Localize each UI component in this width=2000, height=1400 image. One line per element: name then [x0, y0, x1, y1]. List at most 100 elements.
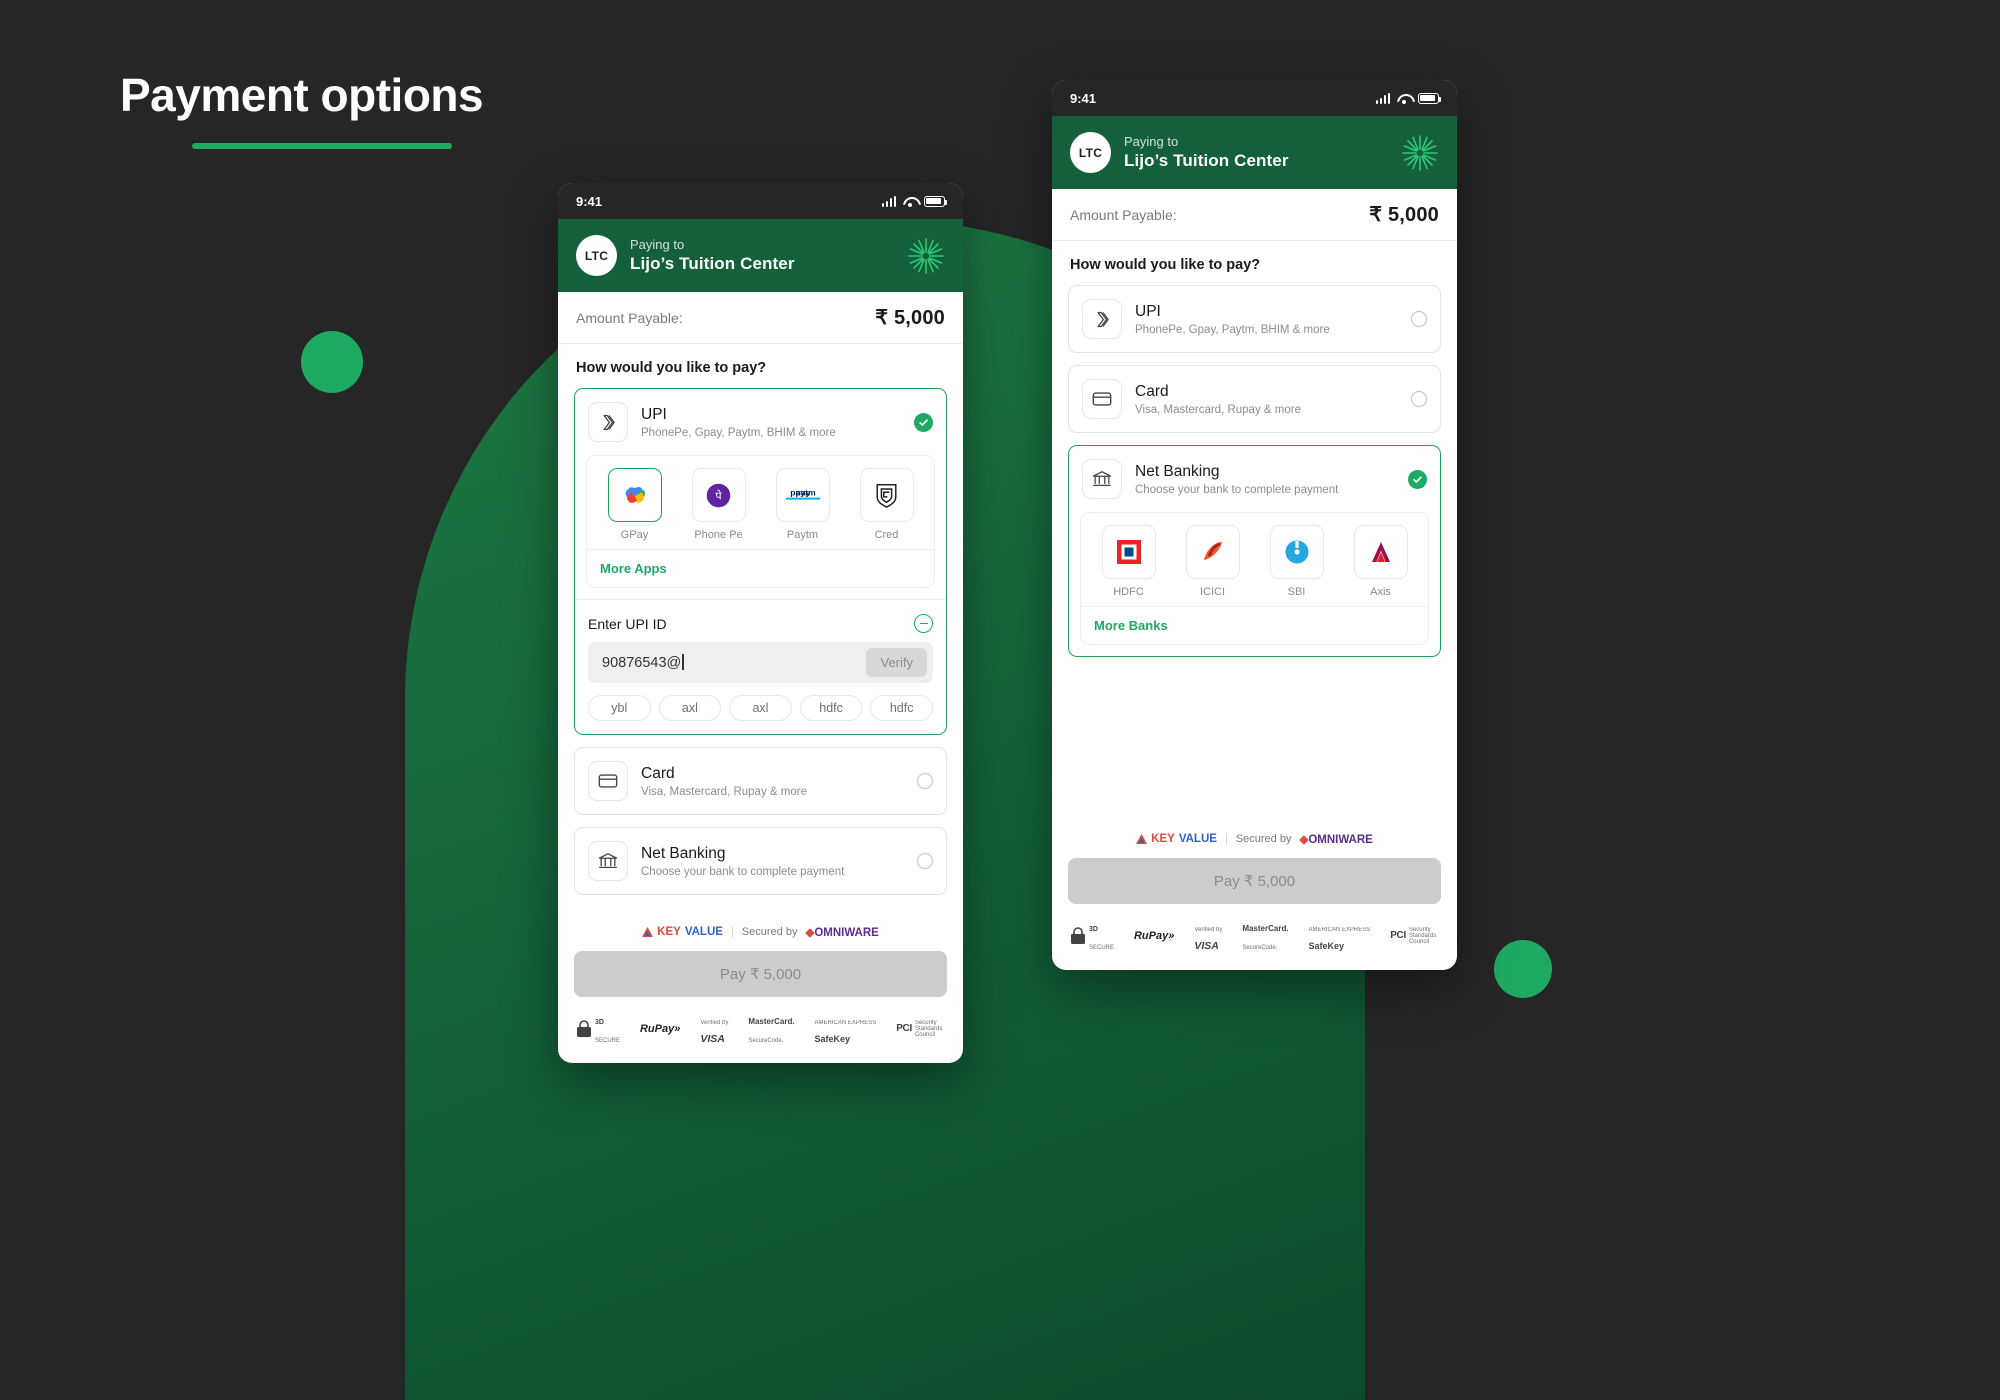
sbi-icon — [1285, 540, 1308, 564]
bank-label: HDFC — [1113, 586, 1144, 598]
option-title: Card — [641, 764, 675, 782]
phonepe-icon: पे — [706, 483, 731, 507]
secured-by-row: KEY VALUE | Secured by ◆OMNIWARE — [1068, 820, 1441, 858]
svg-text:पे: पे — [715, 489, 722, 502]
amount-label: Amount Payable: — [1070, 206, 1177, 223]
suggestion-chip[interactable]: hdfc — [870, 695, 933, 721]
option-subtitle: Visa, Mastercard, Rupay & more — [1135, 403, 1301, 416]
upi-id-input[interactable]: 90876543@ Verify — [588, 642, 933, 683]
bank-icici[interactable]: ICICI — [1175, 525, 1250, 598]
badge-line2: SafeKey — [1308, 941, 1345, 951]
signal-bars-icon — [1375, 92, 1390, 104]
security-badges: 3D SECURE RuPay» Verified by VISA Master… — [1068, 904, 1441, 956]
merchant-header: LTC Paying to Lijo’s Tuition Center — [558, 219, 963, 292]
verify-button[interactable]: Verify — [866, 648, 927, 677]
payment-options-scroll[interactable]: How would you like to pay? UPI PhonePe, … — [558, 344, 963, 913]
secured-by-label: Secured by — [741, 926, 798, 938]
cred-icon — [876, 484, 897, 508]
verified-by-visa-badge: Verified by VISA — [1194, 918, 1222, 954]
upi-apps-grid: GPay पे Phone Pe pay paytm Paytm Cred — [587, 456, 934, 549]
upi-id-label: Enter UPI ID — [588, 615, 667, 632]
bank-label: SBI — [1287, 586, 1306, 598]
suggestion-chip[interactable]: axl — [729, 695, 792, 721]
radio-empty-icon[interactable] — [917, 773, 933, 789]
secured-by-row: KEY VALUE | Secured by ◆OMNIWARE — [574, 913, 947, 951]
more-banks-button[interactable]: More Banks — [1081, 606, 1428, 644]
amount-label: Amount Payable: — [576, 309, 683, 326]
payment-option-netbanking[interactable]: Net Banking Choose your bank to complete… — [574, 827, 947, 895]
payment-options-scroll[interactable]: How would you like to pay? UPI PhonePe, … — [1052, 241, 1457, 820]
omniware-name: OMNIWARE — [1308, 834, 1373, 846]
icici-icon — [1203, 542, 1222, 560]
payment-option-netbanking[interactable]: Net Banking Choose your bank to complete… — [1068, 445, 1441, 657]
bank-hdfc[interactable]: HDFC — [1091, 525, 1166, 598]
status-bar: 9:41 — [1052, 80, 1457, 116]
bank-axis[interactable]: Axis — [1343, 525, 1418, 598]
battery-icon — [1418, 92, 1442, 104]
radio-empty-icon[interactable] — [1411, 391, 1427, 407]
secured-by-label: Secured by — [1235, 833, 1292, 845]
banks-box: HDFC ICICI SBI Axis More Banks — [1080, 512, 1429, 645]
paying-to-label: Paying to — [1124, 134, 1179, 149]
upi-app-phonepe[interactable]: पे Phone Pe — [681, 468, 756, 541]
mastercard-securecode-badge: MasterCard. SecureCode. — [1242, 918, 1288, 954]
bank-sbi[interactable]: SBI — [1259, 525, 1334, 598]
app-label: Phone Pe — [694, 529, 743, 541]
upi-arrows-icon — [588, 402, 628, 442]
status-time: 9:41 — [576, 193, 603, 209]
suggestion-chip[interactable]: ybl — [588, 695, 651, 721]
decorative-dot-right — [1494, 940, 1552, 998]
option-subtitle: PhonePe, Gpay, Paytm, BHIM & more — [641, 426, 836, 439]
wifi-icon — [1397, 93, 1411, 104]
pci-dss-badge: PCI Security Standards Council — [896, 1020, 945, 1039]
rupay-badge: RuPay» — [639, 1023, 681, 1035]
badge-line1: AMERICAN EXPRESS — [814, 1020, 877, 1026]
amount-value: ₹ 5,000 — [1369, 204, 1439, 226]
safekey-badge: AMERICAN EXPRESS SafeKey — [1309, 918, 1371, 954]
option-title: Card — [1135, 382, 1169, 400]
amount-value: ₹ 5,000 — [875, 307, 945, 329]
badge-line1: PCI — [1390, 930, 1406, 942]
paying-to-label: Paying to — [630, 237, 685, 252]
merchant-logo-icon — [908, 237, 944, 274]
pay-button[interactable]: Pay ₹ 5,000 — [1068, 858, 1441, 904]
suggestion-chip[interactable]: axl — [658, 695, 722, 721]
payment-option-upi[interactable]: UPI PhonePe, Gpay, Paytm, BHIM & more — [1068, 285, 1441, 353]
status-time: 9:41 — [1070, 90, 1097, 106]
upi-app-gpay[interactable]: GPay — [597, 468, 672, 541]
pay-button[interactable]: Pay ₹ 5,000 — [574, 951, 947, 997]
upi-app-paytm[interactable]: pay x paytm Paytm — [765, 468, 840, 541]
payment-prompt: How would you like to pay? — [1070, 257, 1261, 273]
upi-arrows-icon — [1082, 299, 1122, 339]
badge-line2: SecureCode. — [748, 1038, 784, 1044]
banks-grid: HDFC ICICI SBI Axis — [1081, 513, 1428, 606]
upi-app-cred[interactable]: Cred — [849, 468, 924, 541]
omniware-logo: ◆OMNIWARE — [805, 927, 879, 939]
page-title: Payment options — [120, 69, 484, 121]
keyvalue-mark-icon — [1136, 834, 1148, 844]
payment-option-card[interactable]: Card Visa, Mastercard, Rupay & more — [1068, 365, 1441, 433]
badge-line1: Verified by — [700, 1020, 729, 1026]
separator: | — [730, 926, 734, 938]
radio-empty-icon[interactable] — [917, 853, 933, 869]
hdfc-icon — [1116, 540, 1141, 564]
more-apps-button[interactable]: More Apps — [587, 549, 934, 587]
keyvalue-logo: KEY VALUE — [1136, 833, 1217, 845]
amount-row: Amount Payable: ₹ 5,000 — [558, 292, 963, 344]
avatar: LTC — [576, 235, 617, 276]
keyvalue-logo: KEY VALUE — [642, 926, 723, 938]
rupay-badge: RuPay» — [1133, 930, 1175, 942]
minus-circle-icon[interactable] — [914, 614, 933, 633]
badge-line1: Verified by — [1194, 927, 1223, 933]
upi-apps-box: GPay पे Phone Pe pay paytm Paytm Cred Mo… — [586, 455, 935, 588]
bank-icon — [588, 841, 628, 881]
radio-empty-icon[interactable] — [1411, 311, 1427, 327]
option-title: Net Banking — [1135, 462, 1220, 480]
gpay-icon — [625, 487, 645, 503]
suggestion-chip[interactable]: hdfc — [799, 695, 863, 721]
3d-secure-badge: 3D SECURE — [1070, 918, 1114, 954]
payment-option-upi[interactable]: UPI PhonePe, Gpay, Paytm, BHIM & more — [574, 388, 947, 735]
phone-footer: KEY VALUE | Secured by ◆OMNIWARE Pay ₹ 5,… — [558, 913, 963, 1063]
payment-option-card[interactable]: Card Visa, Mastercard, Rupay & more — [574, 747, 947, 815]
option-title: UPI — [1135, 302, 1161, 320]
